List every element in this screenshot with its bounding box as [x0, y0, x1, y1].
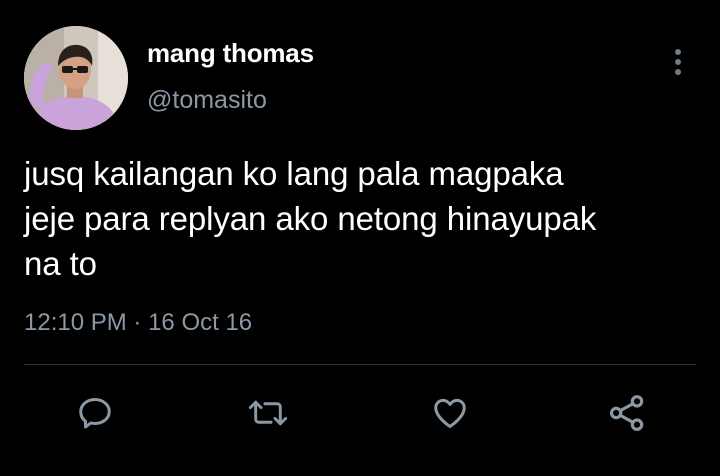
heart-icon	[434, 398, 466, 428]
share-icon	[609, 395, 644, 431]
tweet-timestamp[interactable]: 12:10 PM · 16 Oct 16	[24, 309, 252, 337]
like-button[interactable]	[428, 391, 472, 435]
retweet-button[interactable]	[246, 391, 290, 435]
tweet-card: mang thomas @tomasito jusq kailangan ko …	[0, 0, 720, 476]
tweet-date: 16 Oct 16	[148, 309, 253, 336]
tweet-time: 12:10 PM	[24, 309, 127, 336]
vertical-ellipsis-dot	[675, 69, 681, 75]
tweet-text-line: jusq kailangan ko lang pala magpaka	[24, 155, 564, 192]
tweet-text: jusq kailangan ko lang pala magpaka jeje…	[24, 151, 694, 286]
divider	[24, 364, 696, 365]
avatar[interactable]	[24, 26, 128, 130]
speech-bubble-icon	[79, 398, 111, 429]
share-button[interactable]	[605, 391, 649, 435]
vertical-ellipsis-dot	[675, 59, 681, 65]
more-options-button[interactable]	[664, 44, 692, 80]
reply-button[interactable]	[73, 391, 117, 435]
display-name[interactable]: mang thomas	[147, 38, 314, 69]
tweet-text-line: na to	[24, 245, 97, 282]
tweet-text-line: jeje para replyan ako netong hinayupak	[24, 200, 597, 237]
meta-separator: ·	[133, 309, 142, 336]
retweet-icon	[248, 400, 288, 426]
user-handle[interactable]: @tomasito	[147, 86, 267, 115]
vertical-ellipsis-icon	[675, 49, 681, 55]
